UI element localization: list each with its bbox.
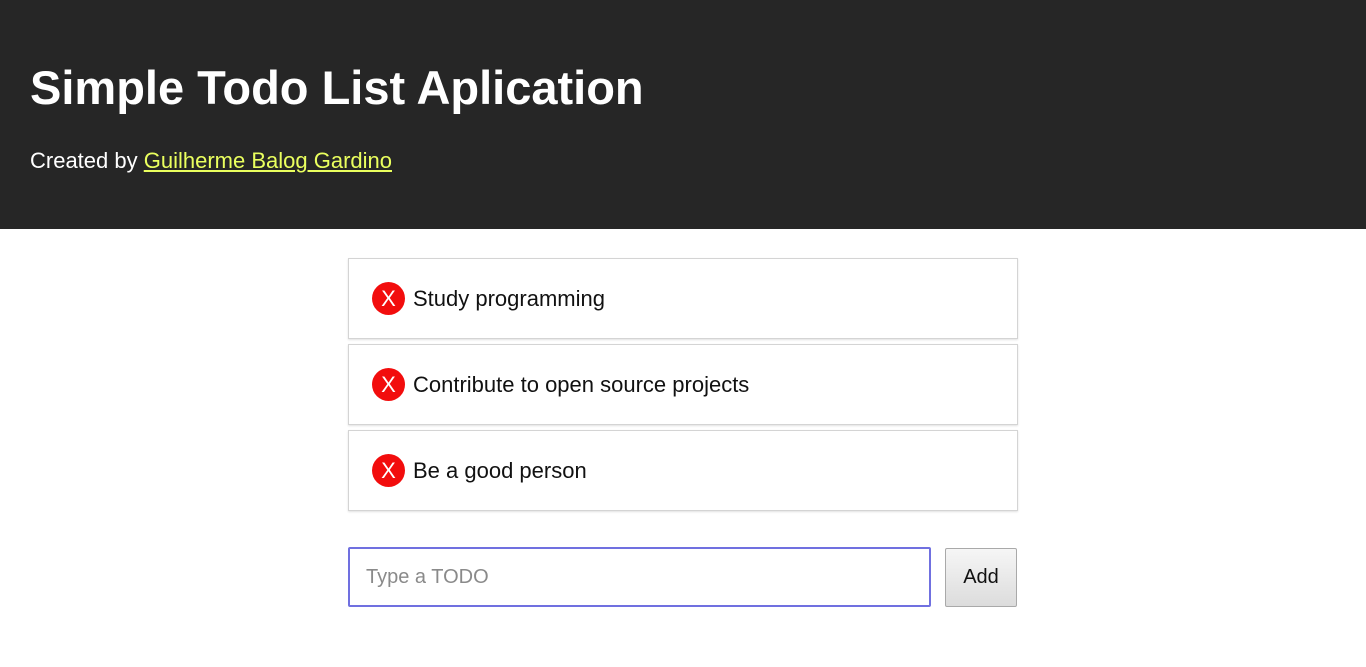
todo-input[interactable]: [348, 547, 931, 607]
todo-item: X Study programming: [348, 258, 1018, 339]
byline-prefix: Created by: [30, 148, 138, 173]
todo-item: X Contribute to open source projects: [348, 344, 1018, 425]
remove-todo-button[interactable]: X: [372, 368, 405, 401]
todo-text: Study programming: [413, 286, 605, 311]
todo-item: X Be a good person: [348, 430, 1018, 511]
page-header: Simple Todo List Aplication Created by G…: [0, 0, 1366, 229]
todo-text: Be a good person: [413, 458, 587, 483]
page-title: Simple Todo List Aplication: [30, 61, 644, 114]
remove-todo-button[interactable]: X: [372, 282, 405, 315]
todo-list: X Study programming X Contribute to open…: [348, 258, 1018, 516]
todo-text: Contribute to open source projects: [413, 372, 750, 397]
byline: Created by Guilherme Balog Gardino: [30, 147, 392, 175]
remove-todo-button[interactable]: X: [372, 454, 405, 487]
add-button[interactable]: Add: [945, 548, 1017, 607]
author-link[interactable]: Guilherme Balog Gardino: [144, 148, 392, 173]
